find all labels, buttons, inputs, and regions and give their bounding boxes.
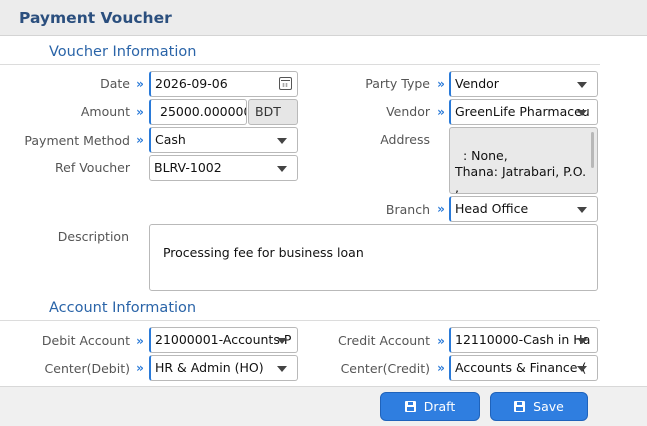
required-chevron-icon: » — [136, 77, 144, 91]
currency-addon: BDT — [248, 99, 298, 125]
caret-down-icon — [277, 366, 287, 372]
date-field[interactable]: 2026-09-06 — [149, 71, 298, 97]
required-chevron-icon: » — [136, 361, 144, 375]
ref-voucher-value: BLRV-1002 — [154, 160, 222, 175]
voucher-section-title: Voucher Information — [49, 44, 197, 60]
center-credit-select[interactable]: Accounts & Finance ( — [449, 355, 598, 381]
caret-down-icon — [577, 207, 587, 213]
caret-down-icon — [277, 338, 287, 344]
required-chevron-icon: » — [437, 105, 445, 119]
calendar-icon[interactable] — [279, 77, 292, 90]
address-value: : None, Thana: Jatrabari, P.O. , Dhaka- — [455, 148, 587, 194]
required-chevron-icon: » — [437, 334, 445, 348]
payment-method-value: Cash — [155, 132, 186, 147]
page-title: Payment Voucher — [19, 9, 172, 27]
ref-voucher-label: Ref Voucher — [55, 160, 130, 175]
credit-account-value: 12110000-Cash in Ha — [455, 332, 591, 347]
caret-down-icon — [577, 82, 587, 88]
ref-voucher-select[interactable]: BLRV-1002 — [149, 155, 298, 181]
center-credit-value: Accounts & Finance ( — [455, 360, 587, 375]
center-credit-label: Center(Credit) — [340, 361, 430, 376]
caret-down-icon — [277, 166, 287, 172]
date-label: Date — [100, 76, 130, 91]
party-type-label: Party Type — [365, 76, 430, 91]
required-chevron-icon: » — [136, 133, 144, 147]
debit-account-label: Debit Account — [41, 333, 130, 348]
payment-method-select[interactable]: Cash — [149, 127, 298, 153]
draft-button[interactable]: Draft — [380, 392, 480, 421]
caret-down-icon — [577, 338, 587, 344]
vendor-value: GreenLife Pharmaceu — [455, 104, 590, 119]
account-section-header: Account Information — [0, 296, 600, 321]
required-chevron-icon: » — [437, 77, 445, 91]
required-chevron-icon: » — [437, 202, 445, 216]
title-bar: Payment Voucher — [0, 0, 647, 36]
floppy-disk-icon — [404, 401, 416, 412]
payment-method-label: Payment Method — [24, 133, 130, 148]
save-button[interactable]: Save — [490, 392, 588, 421]
debit-account-value: 21000001-Accounts P — [155, 332, 292, 347]
debit-account-select[interactable]: 21000001-Accounts P — [149, 327, 298, 353]
address-label: Address — [380, 132, 430, 147]
party-type-select[interactable]: Vendor — [449, 71, 598, 97]
date-value: 2026-09-06 — [155, 76, 228, 91]
floppy-disk-icon — [514, 401, 526, 412]
draft-button-label: Draft — [423, 399, 456, 414]
branch-label: Branch — [385, 202, 430, 217]
vendor-select[interactable]: GreenLife Pharmaceu — [449, 99, 598, 125]
description-textarea[interactable]: Processing fee for business loan — [149, 224, 598, 291]
credit-account-label: Credit Account — [337, 333, 430, 348]
address-textarea[interactable]: : None, Thana: Jatrabari, P.O. , Dhaka- — [449, 127, 598, 194]
branch-value: Head Office — [455, 201, 529, 216]
voucher-section-header: Voucher Information — [0, 40, 600, 65]
center-debit-label: Center(Debit) — [44, 361, 130, 376]
required-chevron-icon: » — [136, 105, 144, 119]
account-section-title: Account Information — [49, 300, 197, 316]
scrollbar[interactable] — [591, 132, 594, 168]
save-button-label: Save — [533, 399, 564, 414]
caret-down-icon — [577, 110, 587, 116]
caret-down-icon — [577, 366, 587, 372]
vendor-label: Vendor — [386, 104, 430, 119]
required-chevron-icon: » — [437, 361, 445, 375]
amount-label: Amount — [80, 104, 130, 119]
credit-account-select[interactable]: 12110000-Cash in Ha — [449, 327, 598, 353]
branch-select[interactable]: Head Office — [449, 196, 598, 222]
description-label: Description — [57, 229, 129, 244]
caret-down-icon — [277, 138, 287, 144]
center-debit-select[interactable]: HR & Admin (HO) — [149, 355, 298, 381]
required-chevron-icon: » — [136, 334, 144, 348]
description-value: Processing fee for business loan — [162, 245, 364, 260]
center-debit-value: HR & Admin (HO) — [155, 360, 264, 375]
amount-value: 25000.000000 — [160, 104, 246, 119]
party-type-value: Vendor — [455, 76, 499, 91]
amount-field[interactable]: 25000.000000 — [149, 99, 247, 125]
